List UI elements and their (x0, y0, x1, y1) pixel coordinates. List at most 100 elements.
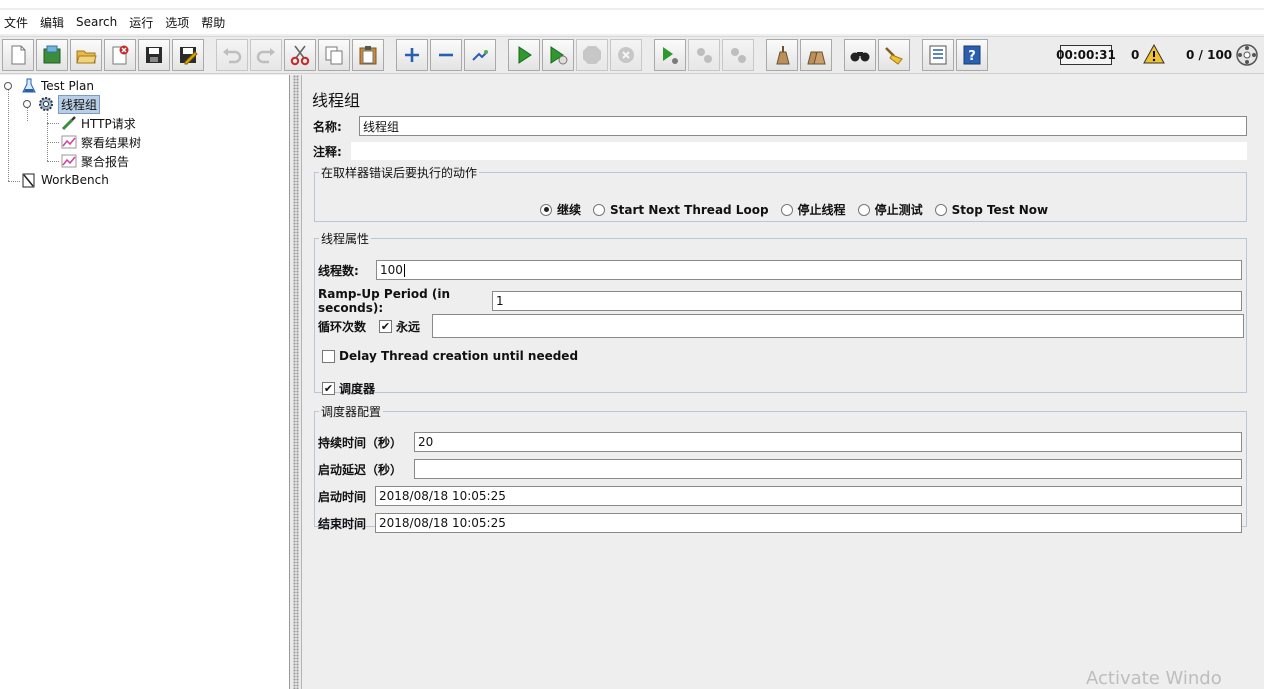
warning-icon[interactable] (1143, 43, 1165, 67)
sampler-error-action-group: 在取样器错误后要执行的动作 继续 Start Next Thread Loop … (314, 164, 1247, 222)
radio-stop-test[interactable]: 停止测试 (857, 201, 923, 218)
clear-button[interactable] (766, 39, 798, 71)
duration-label: 持续时间（秒） (318, 435, 403, 450)
expand-all-button[interactable] (396, 39, 428, 71)
tree-node-http-request[interactable]: HTTP请求 (60, 114, 136, 132)
start-no-pauses-button[interactable] (542, 39, 574, 71)
clear-icon (776, 46, 790, 65)
tree-node-test-plan[interactable]: Test Plan (4, 77, 94, 95)
shutdown-icon (618, 47, 634, 63)
remote-shutdown-all-button[interactable] (722, 39, 754, 71)
help-button[interactable]: ? (956, 39, 988, 71)
radio-start-next-thread-loop[interactable]: Start Next Thread Loop (593, 203, 769, 217)
radio-stop-thread[interactable]: 停止线程 (780, 201, 846, 218)
tree-node-thread-group[interactable]: 线程组 (23, 94, 101, 114)
forever-checkbox[interactable]: ✔ (379, 319, 392, 333)
rampup-input[interactable]: 1 (492, 291, 1242, 311)
cut-icon (290, 45, 310, 66)
expand-toggle-icon[interactable] (4, 82, 12, 90)
warning-count: 0 (1131, 48, 1140, 62)
thread-count-input[interactable]: 100 (376, 260, 1242, 280)
tree-label-workbench: WorkBench (41, 173, 109, 187)
paste-icon (359, 46, 377, 65)
save-as-button[interactable] (172, 39, 204, 71)
function-helper-button[interactable] (922, 39, 954, 71)
name-input[interactable]: 线程组 (359, 116, 1247, 136)
menu-search[interactable]: Search (76, 15, 117, 29)
radio-stop-test-label: 停止测试 (874, 203, 923, 217)
radio-stop-test-now[interactable]: Stop Test Now (934, 202, 1049, 217)
remote-start-all-button[interactable] (654, 39, 686, 71)
end-time-label: 结束时间 (318, 516, 367, 531)
thread-properties-group: 线程属性 线程数: 100 Ramp-Up Period (in seconds… (314, 230, 1247, 396)
remote-status-icon (1235, 43, 1259, 70)
new-button[interactable] (2, 39, 34, 71)
new-icon (11, 45, 26, 65)
radio-continue[interactable]: 继续 (540, 201, 581, 218)
menu-file[interactable]: 文件 (4, 14, 28, 31)
scheduler-label: 调度器 (339, 382, 376, 396)
save-as-icon (180, 47, 198, 65)
copy-button[interactable] (318, 39, 350, 71)
save-icon (146, 47, 162, 63)
panel-splitter[interactable] (290, 75, 302, 689)
start-time-input[interactable]: 2018/08/18 10:05:25 (375, 486, 1242, 506)
stop-button[interactable] (576, 39, 608, 71)
menu-options[interactable]: 选项 (165, 14, 189, 31)
scheduler-checkbox[interactable]: ✔ (322, 382, 335, 395)
tree-node-results-tree[interactable]: 察看结果树 (60, 133, 141, 151)
thread-properties-legend: 线程属性 (321, 232, 370, 246)
search-button[interactable] (844, 39, 876, 71)
listener-chart-icon (60, 153, 78, 169)
undo-button[interactable] (216, 39, 248, 71)
start-button[interactable] (508, 39, 540, 71)
menu-run[interactable]: 运行 (129, 14, 153, 31)
loop-count-label: 循环次数 (318, 319, 367, 334)
scheduler-config-group: 调度器配置 持续时间（秒） 20 启动延迟（秒） 启动时间 2018/08/18… (314, 403, 1247, 533)
radio-stop-test-now-label: Stop Test Now (951, 202, 1049, 217)
delay-thread-checkbox[interactable] (322, 349, 335, 363)
open-button[interactable] (70, 39, 102, 71)
menu-help[interactable]: 帮助 (201, 14, 225, 31)
expand-toggle-icon[interactable] (23, 100, 31, 108)
close-icon (112, 45, 129, 65)
close-button[interactable] (104, 39, 136, 71)
radio-icon-selected (540, 203, 552, 216)
paste-button[interactable] (352, 39, 384, 71)
listener-chart-icon (60, 134, 78, 150)
thread-group-panel: 线程组 名称: 线程组 注释: 在取样器错误后要执行的动作 继续 Start N… (303, 75, 1264, 689)
panel-title: 线程组 (312, 91, 361, 110)
remote-stop-all-button[interactable] (688, 39, 720, 71)
clear-all-button[interactable] (800, 39, 832, 71)
tree-node-aggregate-report[interactable]: 聚合报告 (60, 152, 129, 170)
start-icon (518, 46, 532, 64)
shutdown-button[interactable] (610, 39, 642, 71)
reset-search-button[interactable] (878, 39, 910, 71)
menu-edit[interactable]: 编辑 (40, 14, 64, 31)
end-time-input[interactable]: 2018/08/18 10:05:25 (375, 513, 1242, 533)
tree-label-http-request: HTTP请求 (81, 116, 136, 131)
redo-button[interactable] (250, 39, 282, 71)
templates-button[interactable] (36, 39, 68, 71)
tree-label-thread-group: 线程组 (58, 94, 101, 114)
tree-label-test-plan: Test Plan (41, 79, 94, 93)
save-button[interactable] (138, 39, 170, 71)
sampler-error-legend: 在取样器错误后要执行的动作 (321, 166, 478, 180)
tree-node-workbench[interactable]: WorkBench (20, 171, 109, 189)
redo-icon (256, 48, 275, 64)
startup-delay-input[interactable] (414, 459, 1242, 479)
comment-input[interactable] (351, 142, 1247, 160)
delay-thread-label: Delay Thread creation until needed (339, 349, 579, 363)
collapse-all-button[interactable] (430, 39, 462, 71)
tree-label-results-tree: 察看结果树 (81, 135, 142, 150)
cut-button[interactable] (284, 39, 316, 71)
help-icon: ? (963, 45, 981, 65)
active-threads-count: 0 / 100 (1186, 48, 1233, 62)
duration-input[interactable]: 20 (414, 432, 1242, 452)
reset-search-icon (885, 47, 903, 65)
menu-bar: 文件 编辑 Search 运行 选项 帮助 (0, 10, 1264, 34)
copy-icon (325, 46, 343, 65)
radio-continue-label: 继续 (557, 203, 582, 217)
toggle-button[interactable] (464, 39, 496, 71)
loop-count-input[interactable] (432, 314, 1244, 338)
